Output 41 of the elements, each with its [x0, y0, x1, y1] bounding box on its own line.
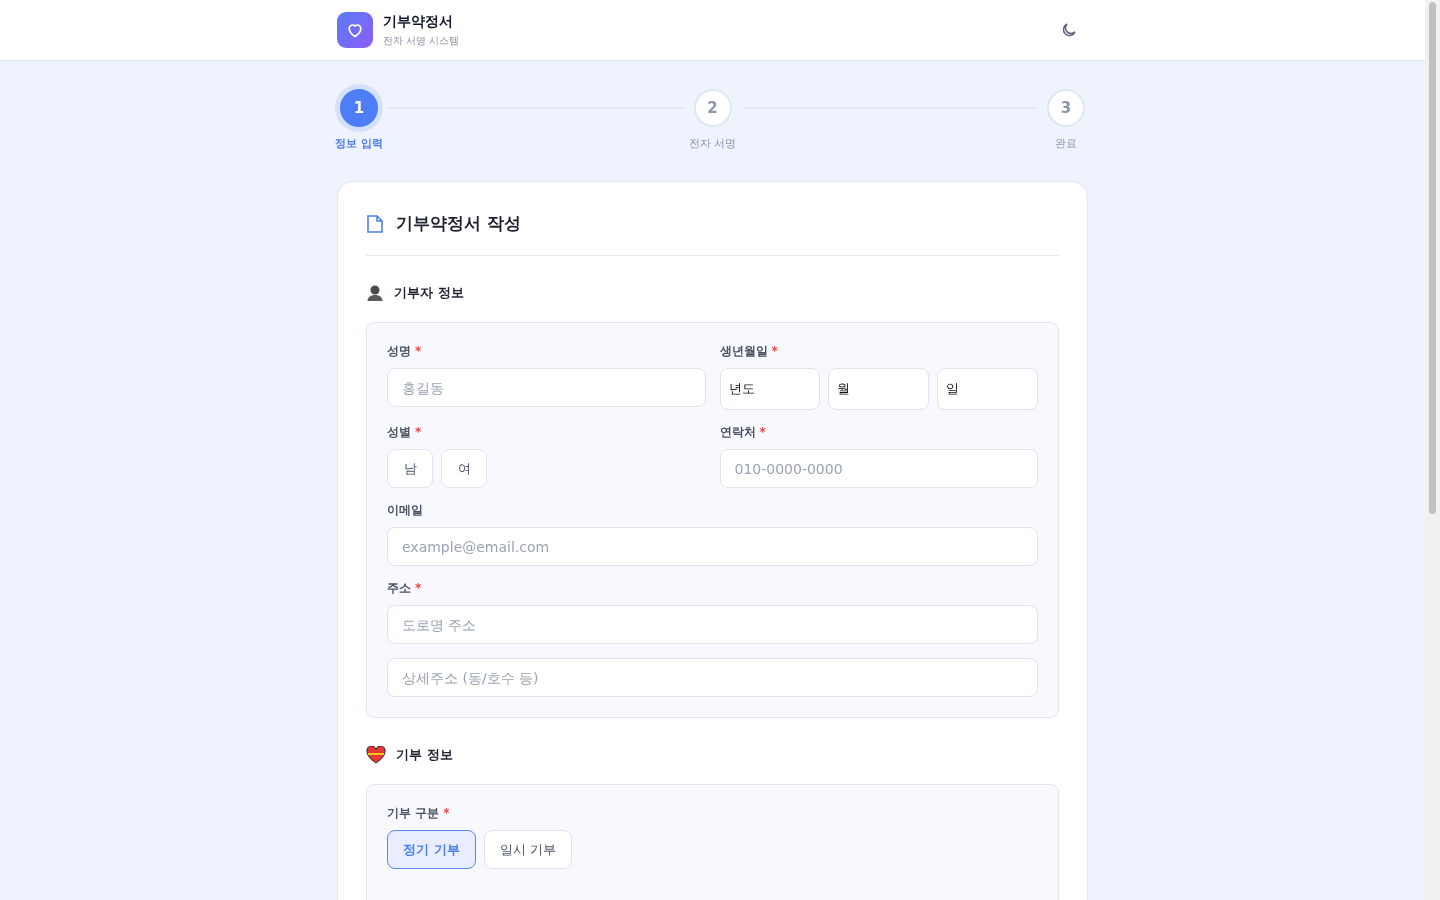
input-field[interactable]: 홍길동 — [387, 368, 706, 407]
section-title: 기부 정보 — [396, 746, 453, 764]
option-button[interactable]: 여 — [441, 449, 487, 488]
step-label: 완료 — [1055, 136, 1077, 151]
form-title: 기부약정서 작성 — [396, 212, 521, 235]
heart-logo-icon — [337, 12, 373, 48]
app-subtitle: 전자 서명 시스템 — [383, 33, 461, 48]
input-field[interactable]: 도로명 주소 — [387, 605, 1038, 644]
required-mark: * — [759, 425, 766, 439]
field-label: 이메일 — [387, 502, 423, 519]
step-label: 정보 입력 — [335, 136, 383, 151]
app-title: 기부약정서 — [383, 12, 454, 31]
required-mark: * — [443, 806, 450, 820]
input-field[interactable]: 상세주소 (동/호수 등) — [387, 658, 1038, 697]
step-label: 전자 서명 — [688, 136, 737, 151]
input-field[interactable]: 010-0000-0000 — [719, 449, 1038, 488]
option-button[interactable]: 남 — [387, 449, 433, 488]
field-label: 성별 — [387, 424, 411, 441]
select-field[interactable]: 월 — [828, 368, 930, 410]
required-mark: * — [415, 581, 422, 595]
heart-icon — [366, 746, 386, 764]
scrollbar[interactable] — [1425, 0, 1440, 900]
select-field[interactable]: 일 — [937, 368, 1038, 410]
scrollbar-thumb[interactable] — [1429, 2, 1436, 514]
select-field[interactable]: 년도 — [719, 368, 821, 410]
required-mark: * — [771, 344, 778, 358]
field-label: 주소 — [387, 580, 411, 597]
required-mark: * — [415, 344, 422, 358]
field-label: 성명 — [387, 343, 411, 360]
field-label: 기부 구분 — [387, 805, 440, 822]
step-circle: 3 — [1047, 89, 1085, 127]
step-circle: 2 — [693, 89, 732, 127]
step-circle: 1 — [340, 89, 378, 127]
option-button[interactable]: 일시 기부 — [483, 830, 572, 869]
section-title: 기부자 정보 — [394, 284, 464, 302]
person-icon — [366, 284, 384, 302]
document-icon — [366, 213, 384, 234]
field-label: 생년월일 — [719, 343, 768, 360]
required-mark: * — [415, 425, 422, 439]
field-label: 연락처 — [719, 424, 756, 441]
input-field[interactable]: example@email.com — [387, 527, 1038, 566]
